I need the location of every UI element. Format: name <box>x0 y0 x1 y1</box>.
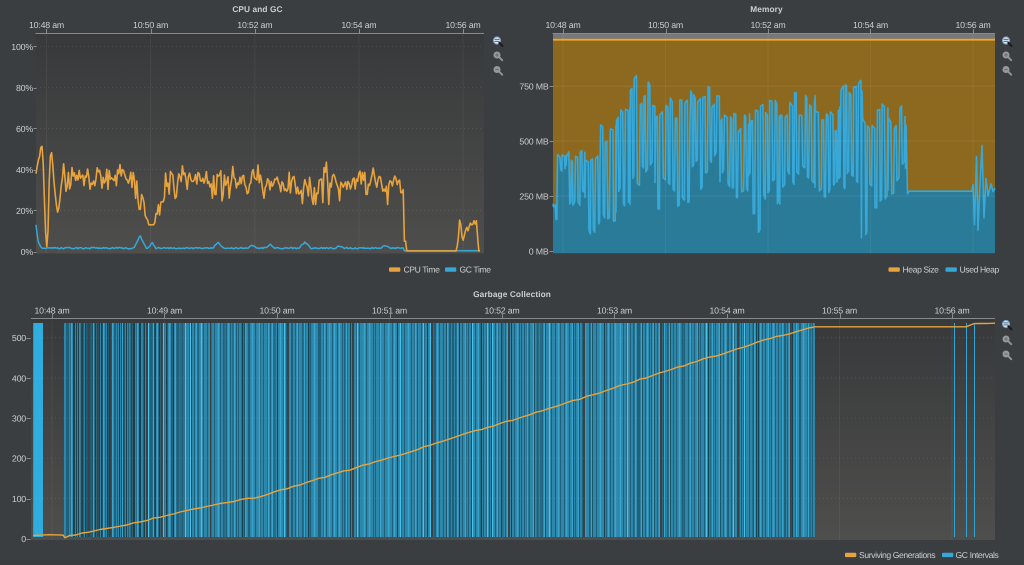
svg-text:Garbage Collection: Garbage Collection <box>473 289 551 299</box>
svg-text:10:55 am: 10:55 am <box>822 305 857 315</box>
svg-text:500: 500 <box>12 333 26 343</box>
svg-text:0: 0 <box>21 534 26 544</box>
svg-text:CPU Time: CPU Time <box>404 265 441 275</box>
svg-text:Memory: Memory <box>750 4 783 14</box>
svg-text:10:48 am: 10:48 am <box>34 305 69 315</box>
svg-text:10:56 am: 10:56 am <box>955 20 990 30</box>
svg-text:750 MB: 750 MB <box>519 82 548 92</box>
svg-text:40%: 40% <box>16 165 33 175</box>
svg-text:10:50 am: 10:50 am <box>648 20 683 30</box>
svg-text:10:50 am: 10:50 am <box>133 20 168 30</box>
svg-text:10:54 am: 10:54 am <box>341 20 376 30</box>
svg-text:100: 100 <box>12 494 26 504</box>
svg-text:10:52 am: 10:52 am <box>237 20 272 30</box>
svg-text:GC Intervals: GC Intervals <box>956 550 999 560</box>
svg-text:Surviving Generations: Surviving Generations <box>859 550 935 560</box>
svg-text:0 MB: 0 MB <box>529 246 549 256</box>
svg-text:10:56 am: 10:56 am <box>445 20 480 30</box>
svg-text:60%: 60% <box>16 124 33 134</box>
svg-text:10:52 am: 10:52 am <box>750 20 785 30</box>
svg-text:10:51 am: 10:51 am <box>372 305 407 315</box>
svg-text:10:53 am: 10:53 am <box>597 305 632 315</box>
svg-text:250 MB: 250 MB <box>519 191 548 201</box>
svg-text:10:52 am: 10:52 am <box>484 305 519 315</box>
svg-text:Heap Size: Heap Size <box>903 265 940 275</box>
svg-text:10:56 am: 10:56 am <box>934 305 969 315</box>
svg-text:100%: 100% <box>11 42 33 52</box>
svg-text:400: 400 <box>12 373 26 383</box>
svg-text:300: 300 <box>12 414 26 424</box>
svg-text:10:54 am: 10:54 am <box>709 305 744 315</box>
svg-text:10:49 am: 10:49 am <box>147 305 182 315</box>
svg-text:10:54 am: 10:54 am <box>853 20 888 30</box>
svg-text:10:48 am: 10:48 am <box>29 20 64 30</box>
svg-text:GC Time: GC Time <box>460 265 492 275</box>
svg-text:Used Heap: Used Heap <box>960 265 1000 275</box>
svg-text:20%: 20% <box>16 206 33 216</box>
svg-text:0%: 0% <box>21 247 34 257</box>
svg-text:500 MB: 500 MB <box>519 136 548 146</box>
svg-text:80%: 80% <box>16 83 33 93</box>
svg-text:200: 200 <box>12 454 26 464</box>
svg-text:10:50 am: 10:50 am <box>259 305 294 315</box>
svg-text:CPU and GC: CPU and GC <box>232 4 282 14</box>
svg-text:10:48 am: 10:48 am <box>545 20 580 30</box>
